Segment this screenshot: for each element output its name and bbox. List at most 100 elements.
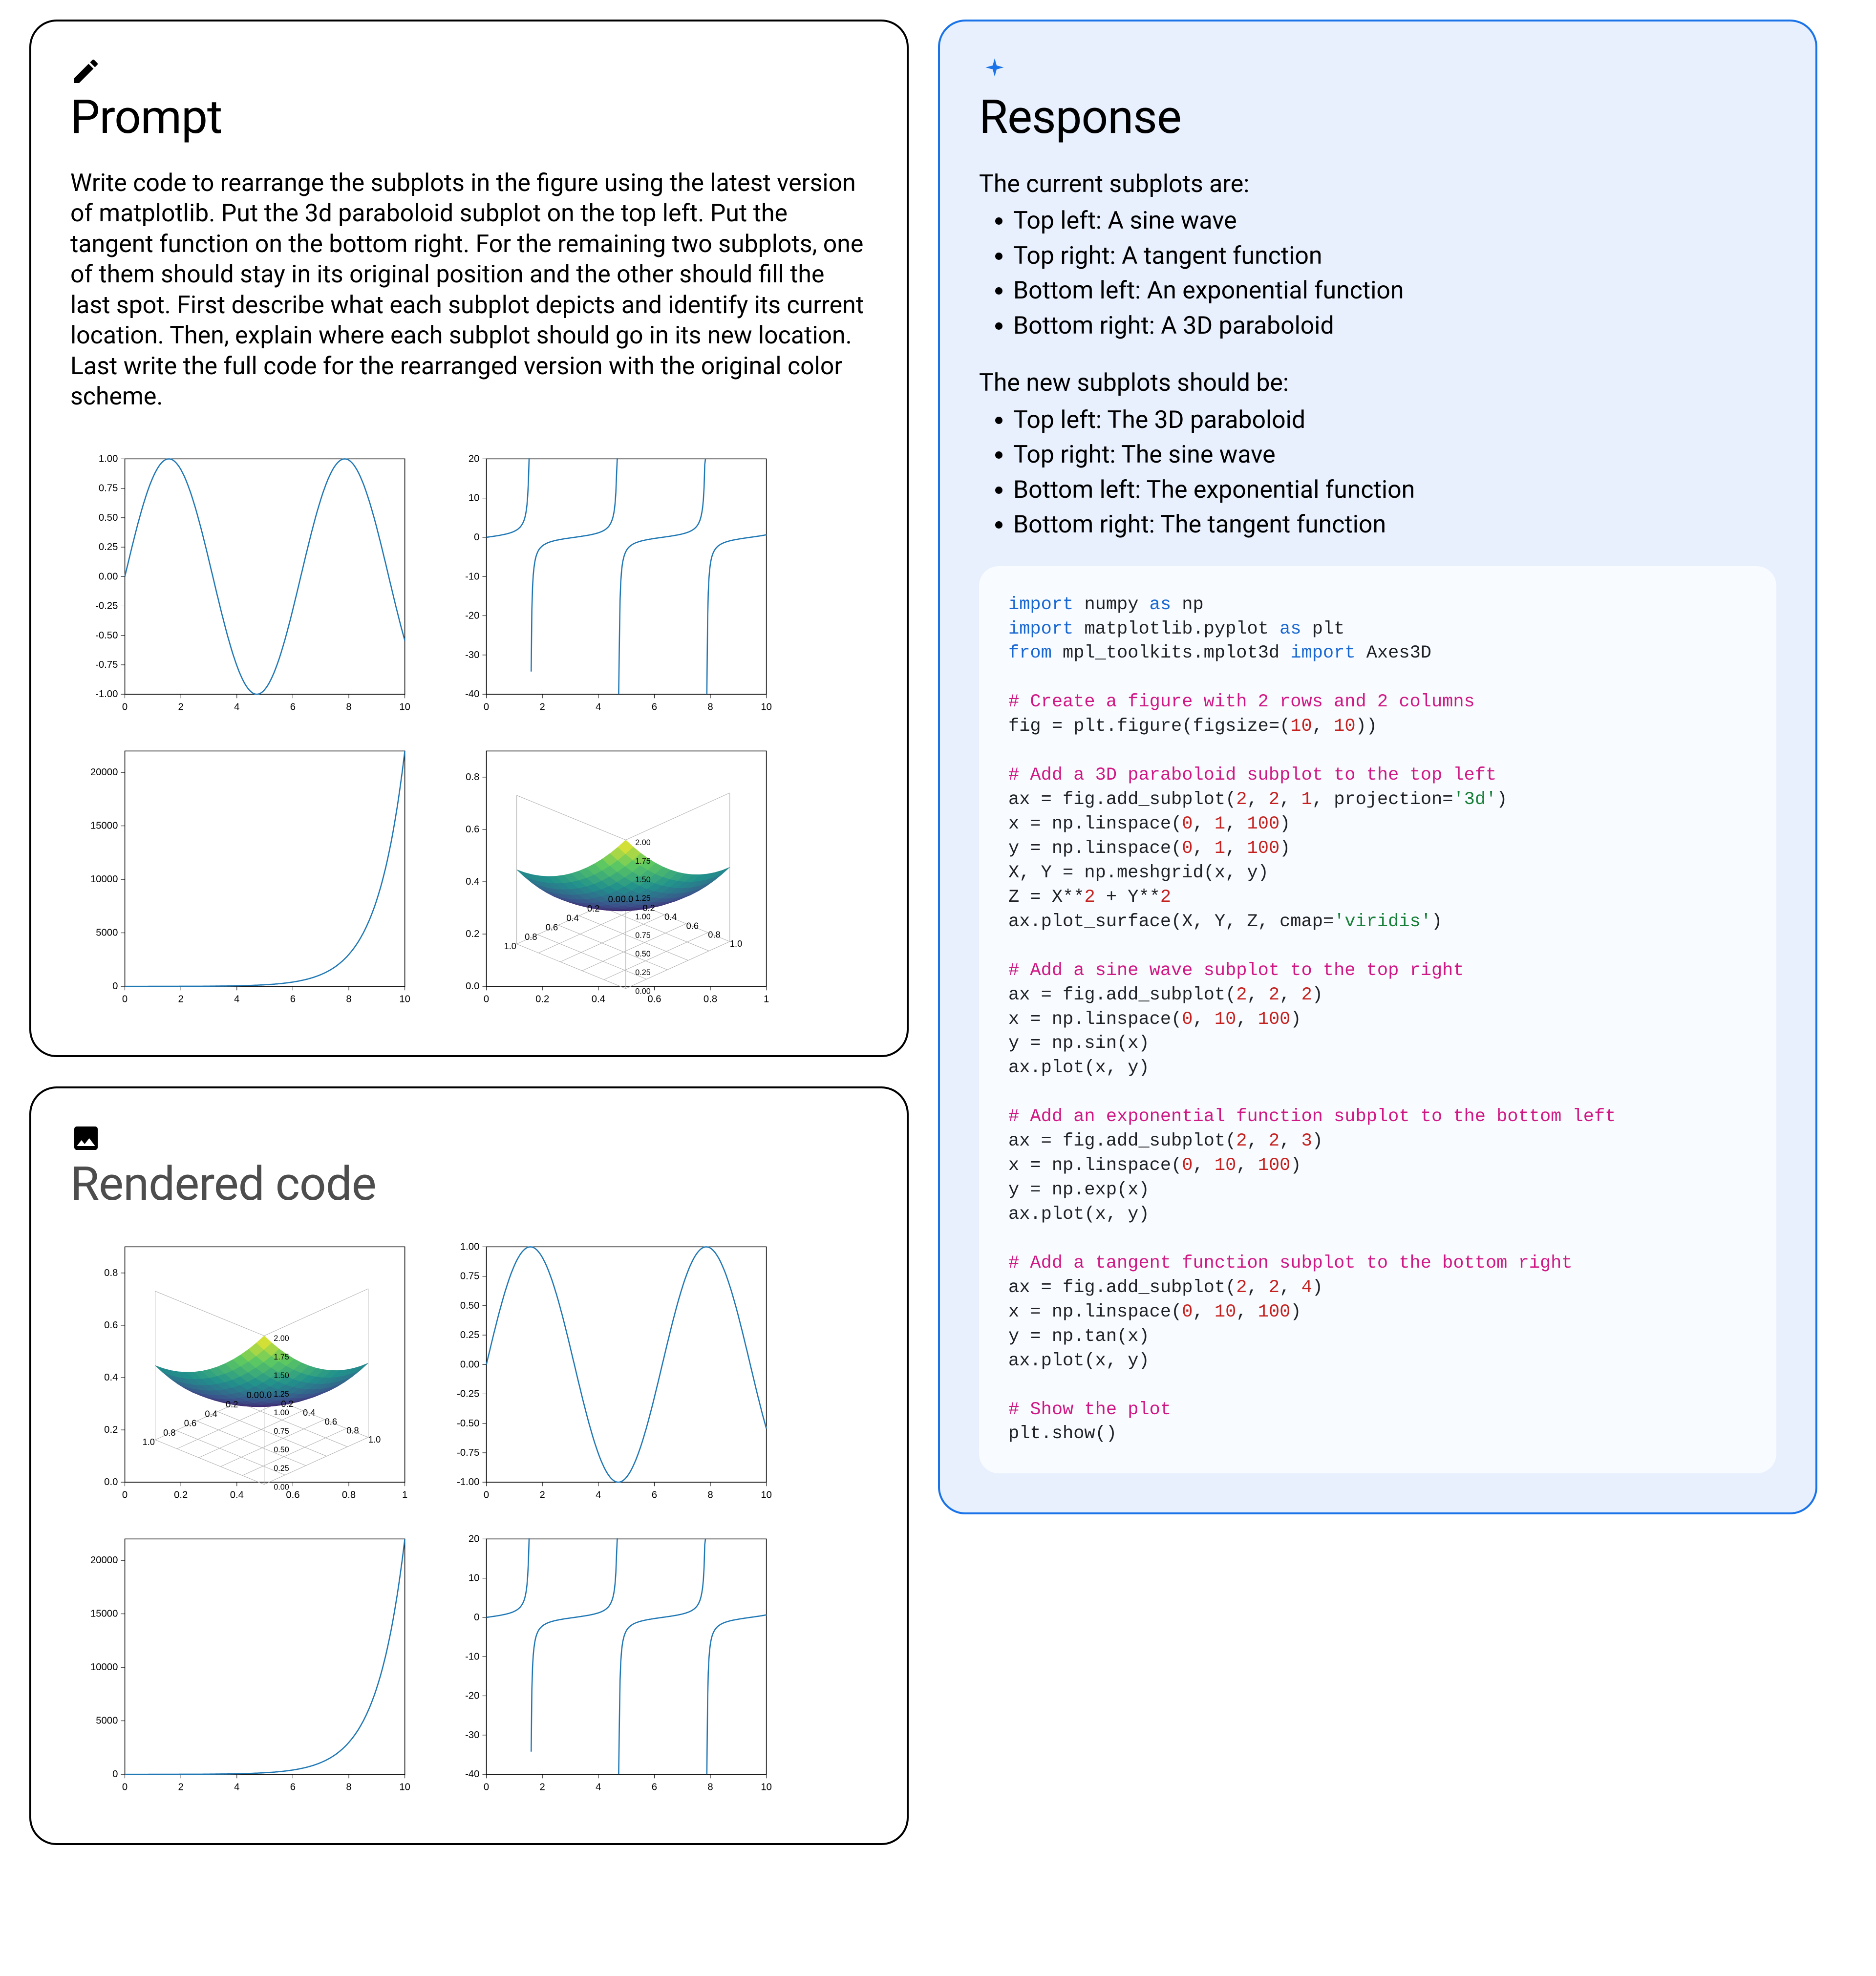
svg-text:0.75: 0.75 <box>460 1271 479 1282</box>
svg-text:0.25: 0.25 <box>274 1464 289 1473</box>
svg-text:4: 4 <box>596 1490 601 1501</box>
svg-text:1.50: 1.50 <box>635 875 651 884</box>
rendered-title: Rendered code <box>70 1159 868 1211</box>
svg-text:1.75: 1.75 <box>274 1353 289 1361</box>
prompt-chart-grid: 0246810-1.00-0.75-0.50-0.250.000.250.500… <box>70 446 779 1016</box>
svg-text:8: 8 <box>707 1490 713 1501</box>
rendered-chart-exp: 024681005000100001500020000 <box>70 1527 417 1804</box>
svg-text:-0.50: -0.50 <box>95 630 118 640</box>
svg-text:0.4: 0.4 <box>466 876 479 887</box>
svg-text:1: 1 <box>402 1490 407 1501</box>
list-item: Bottom left: An exponential function <box>1013 275 1776 308</box>
svg-text:0.6: 0.6 <box>546 922 558 932</box>
svg-text:1: 1 <box>764 994 769 1004</box>
svg-text:0.2: 0.2 <box>587 903 599 914</box>
response-current-heading: The current subplots are: <box>979 168 1776 201</box>
pencil-icon <box>70 56 868 87</box>
svg-text:10: 10 <box>761 701 772 712</box>
svg-text:0.2: 0.2 <box>104 1424 118 1435</box>
list-item: Top right: A tangent function <box>1013 240 1776 273</box>
svg-text:2: 2 <box>540 1782 545 1793</box>
svg-text:0: 0 <box>484 1490 489 1501</box>
response-text: The current subplots are: Top left: A si… <box>979 168 1776 542</box>
svg-text:0.4: 0.4 <box>592 994 605 1004</box>
svg-text:-0.75: -0.75 <box>95 659 118 670</box>
svg-text:15000: 15000 <box>90 820 118 831</box>
svg-text:0: 0 <box>112 1769 118 1780</box>
svg-text:-40: -40 <box>465 689 479 700</box>
svg-text:0.0: 0.0 <box>621 893 633 904</box>
svg-text:6: 6 <box>290 994 296 1004</box>
svg-text:-0.25: -0.25 <box>457 1389 479 1400</box>
image-icon <box>70 1123 868 1154</box>
svg-text:0.2: 0.2 <box>174 1490 188 1501</box>
svg-text:0.8: 0.8 <box>466 772 479 783</box>
svg-text:0: 0 <box>112 981 118 992</box>
svg-text:8: 8 <box>346 1782 351 1793</box>
svg-text:6: 6 <box>290 701 296 712</box>
svg-text:6: 6 <box>290 1782 296 1793</box>
svg-text:0.6: 0.6 <box>325 1416 337 1426</box>
svg-text:20000: 20000 <box>90 1555 118 1566</box>
svg-text:1.25: 1.25 <box>274 1390 289 1399</box>
response-new-heading: The new subplots should be: <box>979 367 1776 400</box>
list-item: Bottom right: The tangent function <box>1013 509 1776 542</box>
response-new-list: Top left: The 3D paraboloidTop right: Th… <box>979 404 1776 542</box>
svg-text:0.00: 0.00 <box>635 987 651 996</box>
svg-text:0.4: 0.4 <box>303 1407 315 1418</box>
prompt-chart-exp: 024681005000100001500020000 <box>70 739 417 1016</box>
svg-text:8: 8 <box>346 701 351 712</box>
svg-text:5000: 5000 <box>96 927 118 938</box>
svg-text:0.4: 0.4 <box>664 912 677 922</box>
svg-text:0.2: 0.2 <box>642 902 655 913</box>
svg-text:0.75: 0.75 <box>635 931 651 940</box>
svg-text:0: 0 <box>122 701 128 712</box>
svg-text:10: 10 <box>469 492 480 503</box>
svg-text:0.50: 0.50 <box>635 950 651 958</box>
svg-text:4: 4 <box>234 1782 239 1793</box>
prompt-chart-paraboloid: 00.20.40.60.810.00.20.40.60.80.00.20.40.… <box>432 739 779 1016</box>
svg-text:1.0: 1.0 <box>504 941 516 951</box>
svg-text:1.00: 1.00 <box>635 913 651 921</box>
svg-text:0.4: 0.4 <box>230 1490 244 1501</box>
svg-text:0.75: 0.75 <box>274 1427 289 1436</box>
svg-text:0: 0 <box>484 1782 489 1793</box>
svg-text:0.8: 0.8 <box>104 1268 118 1278</box>
svg-text:0.4: 0.4 <box>566 913 578 923</box>
svg-text:1.00: 1.00 <box>274 1408 289 1417</box>
svg-text:8: 8 <box>707 701 713 712</box>
svg-text:0.0: 0.0 <box>247 1390 259 1400</box>
svg-text:0.6: 0.6 <box>466 824 479 835</box>
svg-text:2.00: 2.00 <box>635 838 651 847</box>
svg-text:2: 2 <box>178 1782 184 1793</box>
svg-text:2.00: 2.00 <box>274 1334 289 1343</box>
svg-text:0.50: 0.50 <box>460 1300 479 1311</box>
rendered-chart-sine: 0246810-1.00-0.75-0.50-0.250.000.250.500… <box>432 1234 779 1512</box>
list-item: Top left: The 3D paraboloid <box>1013 404 1776 437</box>
svg-text:0: 0 <box>474 532 479 543</box>
svg-text:0.2: 0.2 <box>535 994 549 1004</box>
svg-text:-1.00: -1.00 <box>95 689 118 700</box>
svg-text:15000: 15000 <box>90 1609 118 1619</box>
svg-text:10: 10 <box>469 1573 480 1584</box>
svg-text:0.0: 0.0 <box>466 981 479 992</box>
svg-text:0.4: 0.4 <box>205 1409 217 1419</box>
svg-text:0: 0 <box>122 1782 128 1793</box>
svg-text:1.25: 1.25 <box>635 894 651 903</box>
svg-text:-10: -10 <box>465 1652 479 1662</box>
svg-text:-1.00: -1.00 <box>457 1477 479 1487</box>
svg-text:0.8: 0.8 <box>704 994 717 1004</box>
svg-text:0.25: 0.25 <box>99 542 118 552</box>
prompt-chart-tan: 0246810-40-30-20-1001020 <box>432 446 779 724</box>
svg-text:-20: -20 <box>465 610 479 621</box>
svg-text:2: 2 <box>540 1490 545 1501</box>
rendered-panel: Rendered code 00.20.40.60.810.00.20.40.6… <box>29 1086 909 1846</box>
prompt-title: Prompt <box>70 92 868 144</box>
svg-text:0.4: 0.4 <box>104 1372 118 1383</box>
svg-text:-10: -10 <box>465 571 479 582</box>
svg-text:0.2: 0.2 <box>466 929 479 939</box>
svg-text:0: 0 <box>122 994 128 1004</box>
svg-text:1.0: 1.0 <box>368 1434 381 1445</box>
svg-text:10000: 10000 <box>90 874 118 885</box>
svg-text:1.0: 1.0 <box>143 1437 155 1447</box>
